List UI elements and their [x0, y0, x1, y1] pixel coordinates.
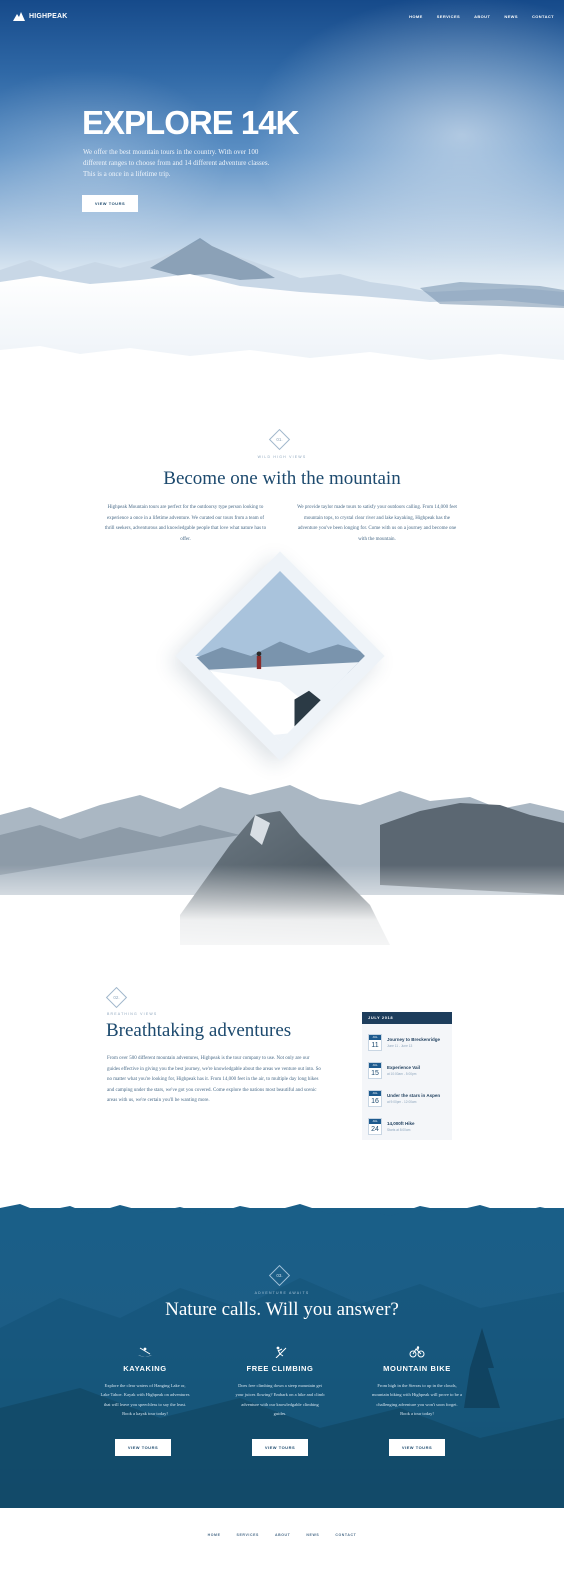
valley-backdrop — [0, 1278, 564, 1508]
section-title: Become one with the mountain — [163, 468, 401, 489]
nav-about[interactable]: ABOUT — [474, 14, 490, 19]
event-day: 15 — [371, 1070, 379, 1077]
event-time: June 11 - June 13 — [387, 1044, 413, 1048]
event-time: at 9:00pm - 12:00am — [387, 1100, 417, 1104]
intro-paragraph-right: We provide taylor made tours to satisfy … — [297, 505, 457, 542]
section-eyebrow: WILD HIGH VIEWS — [257, 455, 307, 459]
hero-view-tours-button[interactable]: VIEW TOURS — [82, 195, 138, 212]
section-number-badge-2: 02. — [105, 986, 128, 1009]
brush-edge — [0, 1204, 564, 1240]
calendar-event[interactable]: JUL 11 Journey to Breckenridge June 11 - J… — [368, 1034, 448, 1056]
hero-title: EXPLORE 14K — [82, 104, 299, 141]
footer-nav-home[interactable]: HOME — [208, 1533, 221, 1537]
bike-icon — [409, 1346, 425, 1358]
brand-logo[interactable]: HIGHPEAK — [13, 12, 68, 21]
section-eyebrow-2: BREATHING VIEWS — [107, 1012, 158, 1016]
event-title: Under the stars in Aspen — [387, 1093, 441, 1098]
footer-nav-about[interactable]: ABOUT — [275, 1533, 290, 1537]
climbing-icon — [275, 1346, 287, 1358]
activity-title: KAYAKING — [123, 1364, 167, 1373]
event-day: 16 — [371, 1098, 379, 1105]
brand-name: HIGHPEAK — [29, 13, 68, 20]
nav-services[interactable]: SERVICES — [437, 14, 460, 19]
event-date: JUL 24 — [368, 1118, 382, 1135]
event-day: 24 — [371, 1126, 379, 1133]
activity-description: Does free climbing down a steep mountain… — [235, 1383, 325, 1416]
footer-nav-contact[interactable]: CONTACT — [335, 1533, 356, 1537]
event-time: Starts at 8:00am — [387, 1128, 411, 1132]
section-number-2: 02. — [113, 995, 120, 1000]
event-title: Journey to Breckenridge — [387, 1037, 441, 1042]
activity-title: MOUNTAIN BIKE — [383, 1364, 451, 1373]
event-title: Experience Vail — [387, 1065, 421, 1070]
featured-photo-diamond — [175, 551, 385, 761]
nav-home[interactable]: HOME — [409, 14, 423, 19]
kayaking-view-tours-button[interactable]: VIEW TOURS — [115, 1439, 171, 1456]
nav-contact[interactable]: CONTACT — [532, 14, 554, 19]
event-date: JUL 15 — [368, 1062, 382, 1079]
activities-section — [0, 1208, 564, 1508]
event-date: JUL 16 — [368, 1090, 382, 1107]
main-nav: HOME SERVICES ABOUT NEWS CONTACT — [409, 14, 554, 19]
section-number-badge: 01. — [268, 428, 291, 451]
calendar-event[interactable]: JUL 16 Under the stars in Aspen at 9:00pm … — [368, 1090, 448, 1112]
hiker-scene-art — [195, 571, 365, 741]
events-calendar: JULY 2018 JUL 11 Journey to Breckenridge J… — [362, 1012, 452, 1140]
event-day: 11 — [371, 1042, 379, 1049]
section-title-2: Breathtaking adventures — [106, 1020, 292, 1041]
activity-description: Explore the clear waters of Hanging Lake… — [100, 1383, 190, 1416]
intro-paragraph-left: Highpeak Mountain tours are perfect for … — [104, 505, 267, 542]
calendar-event[interactable]: JUL 24 14,000ft Hike Starts at 8:00am — [368, 1118, 448, 1140]
nav-news[interactable]: NEWS — [504, 14, 518, 19]
adventures-paragraph: From over 500 different mountain adventu… — [107, 1056, 321, 1103]
climbing-view-tours-button[interactable]: VIEW TOURS — [252, 1439, 308, 1456]
section-number: 01. — [276, 437, 283, 442]
hero-section: HIGHPEAK HOME SERVICES ABOUT NEWS CONTAC… — [0, 0, 564, 400]
activity-title: FREE CLIMBING — [246, 1364, 314, 1373]
event-time: at 10:00am - 5:00pm — [387, 1072, 417, 1076]
kayak-icon — [138, 1347, 152, 1357]
hiker-photo — [195, 571, 365, 741]
footer-nav-news[interactable]: NEWS — [306, 1533, 319, 1537]
mountain-logo-icon — [13, 12, 25, 21]
mountain-peaks-illustration — [0, 785, 564, 975]
hero-mountain-range — [0, 238, 564, 400]
calendar-event[interactable]: JUL 15 Experience Vail at 10:00am - 5:00pm — [368, 1062, 448, 1084]
hero-description: We offer the best mountain tours in the … — [83, 148, 270, 178]
event-date: JUL 11 — [368, 1034, 382, 1051]
footer-nav: HOME SERVICES ABOUT NEWS CONTACT — [0, 1533, 564, 1537]
biking-view-tours-button[interactable]: VIEW TOURS — [389, 1439, 445, 1456]
section-eyebrow-3: ADVENTURE AWAITS — [254, 1291, 310, 1295]
section-number-3: 03. — [276, 1273, 283, 1278]
activity-description: From high in the Sierras to up in the cl… — [372, 1383, 462, 1416]
event-title: 14,000ft Hike — [387, 1121, 415, 1126]
calendar-month: JULY 2018 — [362, 1012, 452, 1024]
section-title-3: Nature calls. Will you answer? — [165, 1299, 399, 1320]
footer-nav-services[interactable]: SERVICES — [237, 1533, 259, 1537]
